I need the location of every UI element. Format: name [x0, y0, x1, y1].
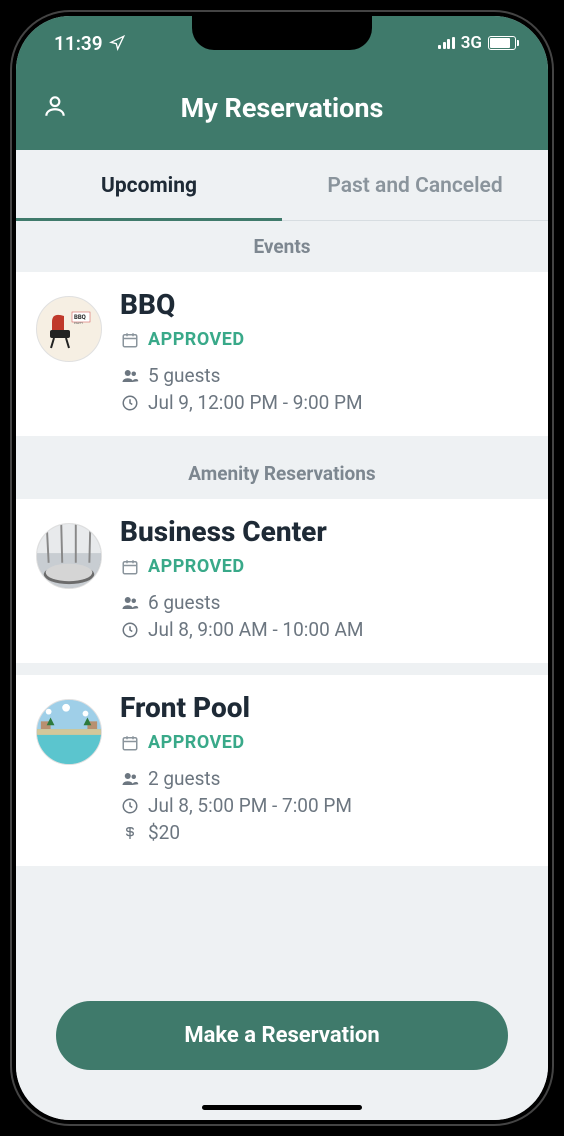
- notch: [192, 16, 372, 50]
- reservation-title: Front Pool: [120, 691, 528, 724]
- home-indicator[interactable]: [202, 1105, 362, 1110]
- page-title: My Reservations: [36, 92, 528, 124]
- location-arrow-icon: [109, 35, 125, 51]
- tabs: Upcoming Past and Canceled: [16, 150, 548, 221]
- time-line: Jul 9, 12:00 PM - 9:00 PM: [120, 391, 528, 414]
- people-icon: [120, 770, 140, 788]
- reservation-status: APPROVED: [120, 556, 528, 577]
- battery-icon: [488, 36, 516, 50]
- status-label: APPROVED: [148, 329, 245, 350]
- price-label: $20: [148, 821, 180, 844]
- guests-label: 2 guests: [148, 767, 220, 790]
- calendar-icon: [120, 734, 140, 752]
- reservation-status: APPROVED: [120, 329, 528, 350]
- reservation-thumbnail: BBQ PARTY: [36, 296, 102, 362]
- screen: 11:39 3G My Reservations Upcoming Past a…: [16, 16, 548, 1120]
- reservation-card-business-center[interactable]: Business Center APPROVED 6 guests: [16, 499, 548, 663]
- time-label: 11:39: [54, 32, 103, 55]
- tab-upcoming[interactable]: Upcoming: [16, 150, 282, 220]
- card-body: Business Center APPROVED 6 guests: [120, 515, 528, 645]
- app-header: My Reservations: [16, 70, 548, 150]
- tab-past-canceled[interactable]: Past and Canceled: [282, 150, 548, 220]
- reservation-card-bbq[interactable]: BBQ PARTY BBQ APPROVED: [16, 272, 548, 436]
- time-label: Jul 8, 5:00 PM - 7:00 PM: [148, 794, 352, 817]
- section-header-amenities: Amenity Reservations: [16, 448, 548, 499]
- people-icon: [120, 594, 140, 612]
- status-right: 3G: [438, 33, 516, 53]
- profile-icon[interactable]: [42, 93, 68, 123]
- clock-icon: [120, 621, 140, 639]
- reservation-status: APPROVED: [120, 732, 528, 753]
- reservation-title: BBQ: [120, 288, 528, 321]
- time-line: Jul 8, 9:00 AM - 10:00 AM: [120, 618, 528, 641]
- status-label: APPROVED: [148, 556, 245, 577]
- calendar-icon: [120, 558, 140, 576]
- reservation-thumbnail: [36, 523, 102, 589]
- status-time: 11:39: [54, 32, 125, 55]
- svg-text:PARTY: PARTY: [74, 321, 83, 325]
- make-reservation-button[interactable]: Make a Reservation: [56, 1001, 508, 1070]
- section-header-events: Events: [16, 221, 548, 272]
- clock-icon: [120, 797, 140, 815]
- svg-text:BBQ: BBQ: [74, 314, 86, 321]
- guests-line: 6 guests: [120, 591, 528, 614]
- price-line: $20: [120, 821, 528, 844]
- time-line: Jul 8, 5:00 PM - 7:00 PM: [120, 794, 528, 817]
- status-label: APPROVED: [148, 732, 245, 753]
- time-label: Jul 8, 9:00 AM - 10:00 AM: [148, 618, 363, 641]
- reservation-title: Business Center: [120, 515, 528, 548]
- signal-icon: [438, 37, 455, 49]
- bottom-area: Make a Reservation: [16, 941, 548, 1120]
- card-body: BBQ APPROVED 5 guests: [120, 288, 528, 418]
- phone-frame: 11:39 3G My Reservations Upcoming Past a…: [10, 10, 554, 1126]
- dollar-icon: [120, 824, 140, 842]
- reservation-thumbnail: [36, 699, 102, 765]
- reservation-card-front-pool[interactable]: Front Pool APPROVED 2 guests: [16, 675, 548, 866]
- network-label: 3G: [461, 33, 482, 53]
- calendar-icon: [120, 331, 140, 349]
- guests-label: 6 guests: [148, 591, 220, 614]
- time-label: Jul 9, 12:00 PM - 9:00 PM: [148, 391, 363, 414]
- guests-line: 2 guests: [120, 767, 528, 790]
- guests-label: 5 guests: [148, 364, 220, 387]
- card-body: Front Pool APPROVED 2 guests: [120, 691, 528, 848]
- guests-line: 5 guests: [120, 364, 528, 387]
- people-icon: [120, 367, 140, 385]
- clock-icon: [120, 394, 140, 412]
